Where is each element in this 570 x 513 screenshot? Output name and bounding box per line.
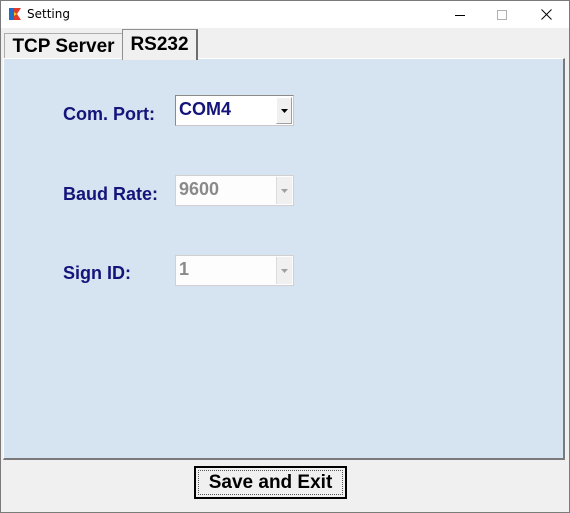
close-button[interactable]: [523, 1, 569, 28]
tab-label: RS232: [130, 34, 189, 55]
maximize-button[interactable]: [479, 1, 525, 28]
minimize-button[interactable]: [437, 1, 483, 28]
sign-id-select[interactable]: 1: [175, 255, 294, 286]
sign-id-label: Sign ID:: [63, 263, 131, 283]
tab-label: TCP Server: [12, 36, 115, 57]
close-icon: [540, 9, 552, 20]
baud-rate-label: Baud Rate:: [63, 184, 159, 204]
app-logo-icon: [8, 7, 22, 21]
tab-rs232[interactable]: RS232: [122, 29, 198, 60]
sign-id-value: 1: [179, 259, 190, 279]
save-button-label: Save and Exit: [208, 471, 333, 493]
dropdown-button[interactable]: [276, 177, 292, 204]
title-bar: Setting: [1, 1, 569, 28]
chevron-down-icon: [280, 108, 288, 113]
baud-rate-value: 9600: [179, 179, 220, 199]
com-port-label: Com. Port:: [63, 104, 155, 124]
com-port-select[interactable]: COM4: [175, 95, 294, 126]
maximize-icon: [497, 9, 507, 20]
chevron-down-icon: [281, 188, 288, 193]
settings-window: Setting TCP Server RS232 Com. Port: COM4…: [0, 0, 570, 513]
window-title: Setting: [27, 7, 70, 21]
dropdown-button[interactable]: [276, 257, 292, 284]
com-port-value: COM4: [179, 99, 232, 119]
dropdown-button[interactable]: [276, 97, 292, 124]
baud-rate-select[interactable]: 9600: [175, 175, 294, 206]
tab-tcp-server[interactable]: TCP Server: [4, 33, 123, 60]
save-and-exit-button[interactable]: Save and Exit: [194, 466, 347, 499]
minimize-icon: [455, 14, 465, 16]
rs232-settings-panel: Com. Port: COM4 Baud Rate: 9600 Sign ID:…: [3, 58, 565, 460]
chevron-down-icon: [281, 268, 288, 273]
